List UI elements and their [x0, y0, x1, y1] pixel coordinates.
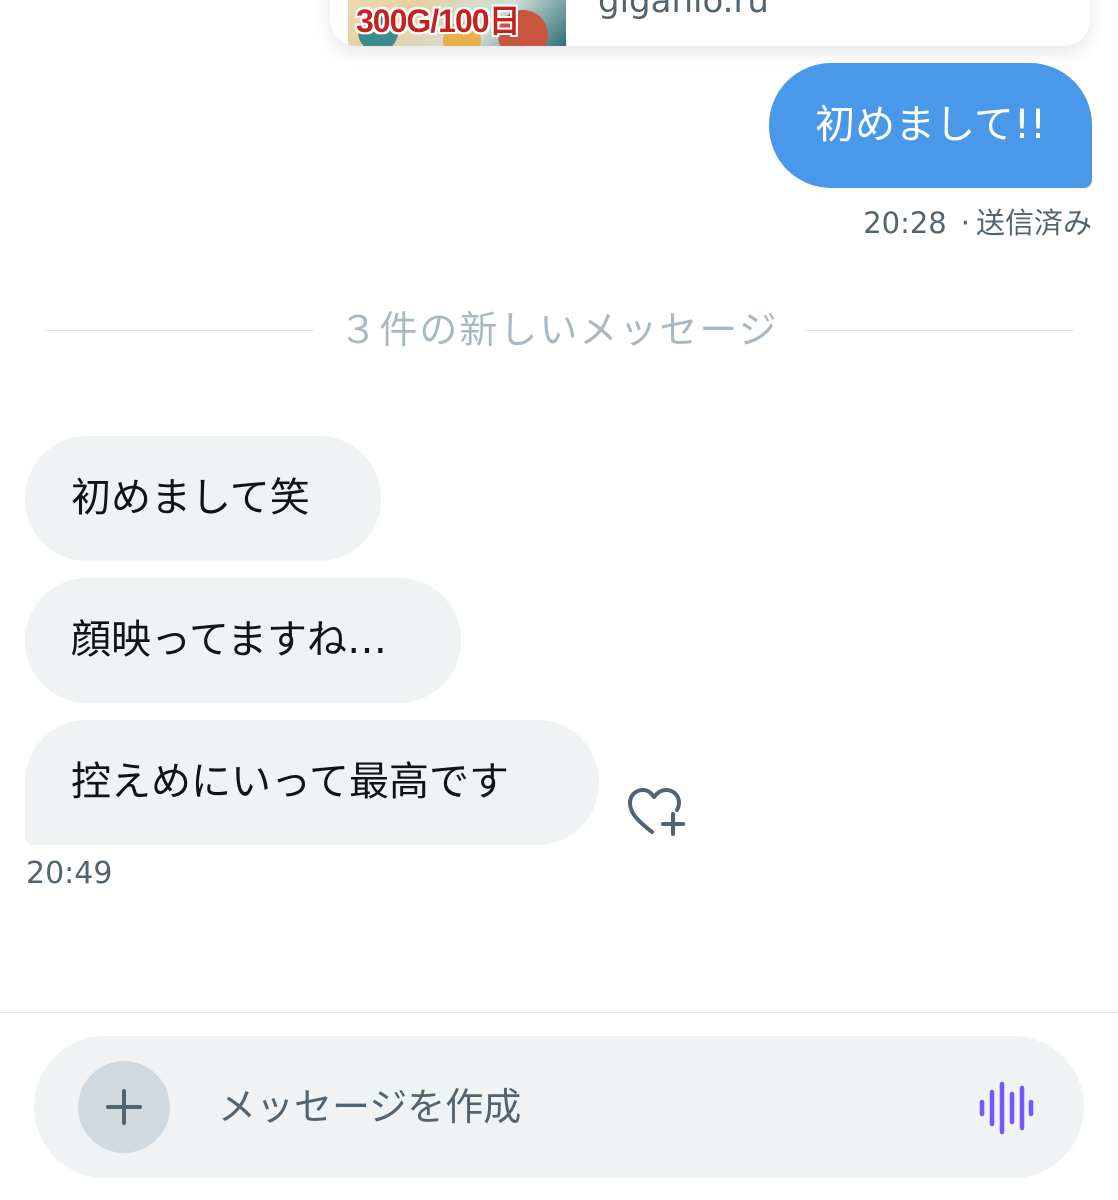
new-messages-divider: ３件の新しいメッセージ: [44, 300, 1074, 360]
received-message-bubble[interactable]: 顔映ってますね…: [25, 578, 461, 703]
sent-message-time: 20:28: [863, 206, 947, 240]
link-preview-card[interactable]: 300G/100日 giganio.ru: [330, 0, 1090, 46]
link-preview-domain: giganio.ru: [598, 0, 769, 21]
link-preview-badge: 300G/100日: [356, 3, 521, 39]
received-message-time: 20:49: [26, 856, 113, 891]
sent-message-status: 送信済み: [975, 206, 1092, 240]
meta-separator: ·: [960, 206, 970, 240]
message-input[interactable]: メッセージを作成: [218, 1036, 918, 1178]
received-message-bubble[interactable]: 初めまして笑: [25, 436, 381, 561]
heart-plus-icon[interactable]: [626, 786, 688, 840]
message-composer: メッセージを作成: [34, 1036, 1084, 1178]
link-preview-thumbnail: 300G/100日: [348, 0, 566, 46]
add-media-button[interactable]: [78, 1061, 170, 1153]
composer-divider: [0, 1012, 1118, 1013]
sent-message-meta: 20:28 · 送信済み: [863, 200, 1092, 242]
sent-message-bubble[interactable]: 初めまして!!: [769, 63, 1092, 188]
divider-line-right: [804, 330, 1074, 331]
dm-conversation: 300G/100日 giganio.ru 初めまして!! 20:28 · 送信済み …: [0, 0, 1118, 1200]
voice-waveform-icon[interactable]: [978, 1080, 1034, 1136]
received-message-bubble[interactable]: 控えめにいって最高です: [25, 720, 599, 845]
